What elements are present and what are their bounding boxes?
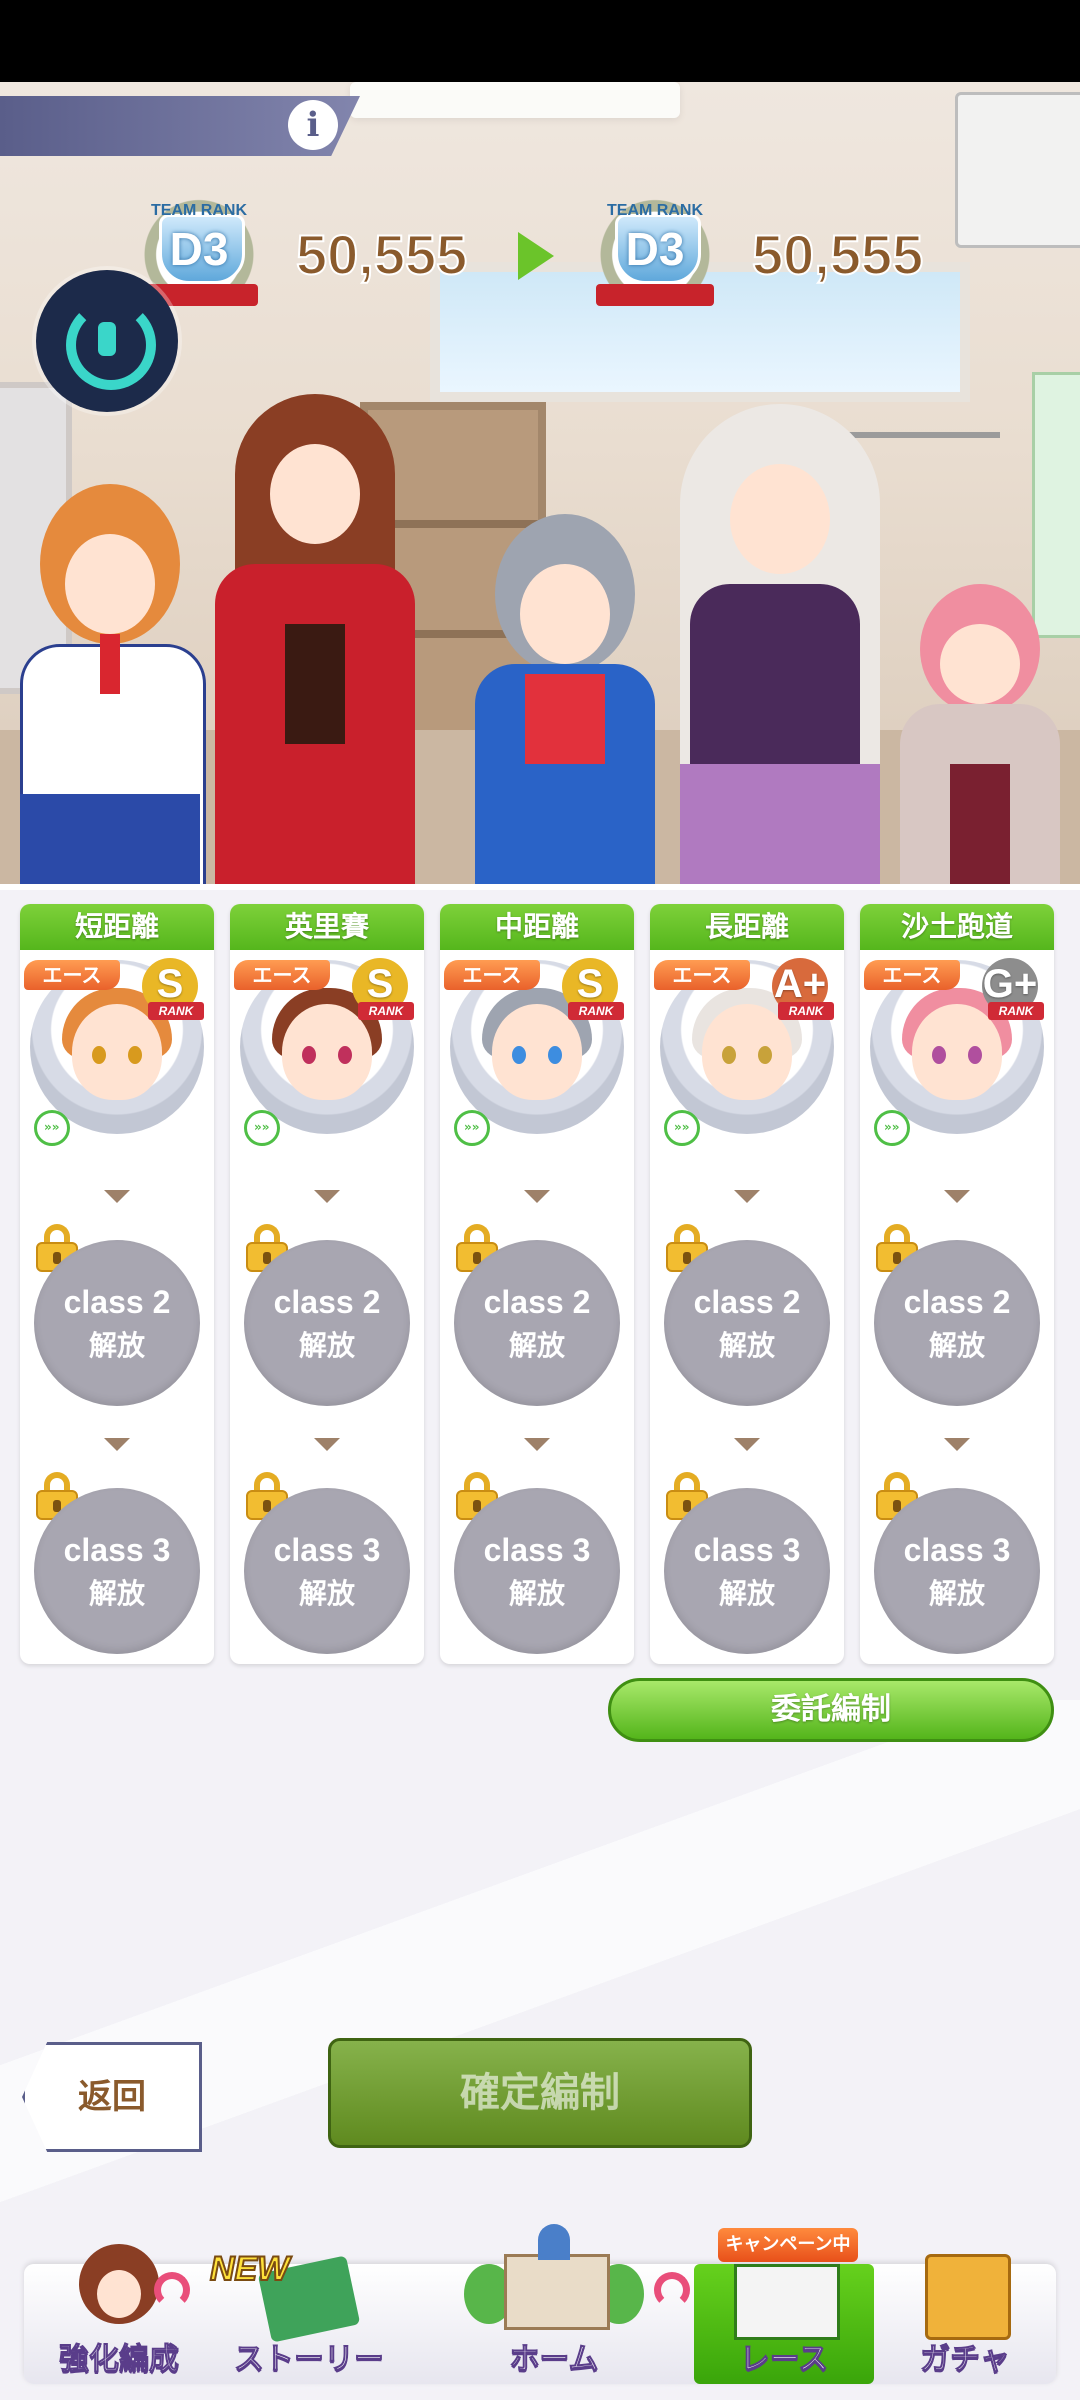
status-bar xyxy=(0,0,1080,82)
rank-word: RANK xyxy=(358,1002,414,1020)
nav-enhance[interactable]: 強化編成 xyxy=(24,2244,214,2384)
aptitude-icon: »» xyxy=(34,1110,70,1146)
team-column: 長距離 エース A+ RANK »» class 2 解放 class 3 解放 xyxy=(650,904,844,1664)
class-3-unlock-slot[interactable]: class 3 解放 xyxy=(34,1488,200,1654)
class-3-unlock-slot[interactable]: class 3 解放 xyxy=(664,1488,830,1654)
character-2[interactable] xyxy=(195,364,435,884)
current-score: 50,555 xyxy=(295,222,468,287)
down-arrow-icon xyxy=(944,1190,970,1203)
down-arrow-icon xyxy=(734,1438,760,1451)
rank-word: RANK xyxy=(148,1002,204,1020)
rank-medal: S RANK xyxy=(348,958,414,1024)
gacha-door-icon xyxy=(925,2254,1011,2340)
nav-home[interactable]: ホーム xyxy=(404,2224,704,2384)
ace-tag: エース xyxy=(444,960,540,990)
campaign-badge: キャンペーン中 xyxy=(718,2228,858,2262)
team-column: 中距離 エース S RANK »» class 2 解放 class 3 解放 xyxy=(440,904,634,1664)
down-arrow-icon xyxy=(314,1438,340,1451)
confirm-formation-button[interactable]: 確定編制 xyxy=(328,2038,752,2148)
aptitude-icon: »» xyxy=(454,1110,490,1146)
down-arrow-icon xyxy=(314,1190,340,1203)
aptitude-icon: »» xyxy=(664,1110,700,1146)
nav-gacha[interactable]: ガチャ xyxy=(874,2254,1056,2384)
category-header: 短距離 xyxy=(20,904,214,950)
ace-tag: エース xyxy=(864,960,960,990)
rank-word: RANK xyxy=(778,1002,834,1020)
rank-medal: S RANK xyxy=(558,958,624,1024)
rank-word: RANK xyxy=(988,1002,1044,1020)
character-5[interactable] xyxy=(880,564,1080,884)
down-arrow-icon xyxy=(734,1190,760,1203)
ace-tag: エース xyxy=(234,960,330,990)
character-4[interactable] xyxy=(640,384,910,884)
character-3[interactable] xyxy=(465,484,665,884)
aptitude-icon: »» xyxy=(244,1110,280,1146)
team-column: 短距離 エース S RANK »» class 2 解放 class 3 解放 xyxy=(20,904,214,1664)
back-button[interactable]: 返回 xyxy=(22,2042,202,2152)
class-2-unlock-slot[interactable]: class 2 解放 xyxy=(244,1240,410,1406)
character-1[interactable] xyxy=(10,444,210,890)
rank-letter: S xyxy=(156,962,184,1006)
ace-tag: エース xyxy=(654,960,750,990)
race-gate-icon xyxy=(734,2264,840,2340)
down-arrow-icon xyxy=(944,1438,970,1451)
down-arrow-icon xyxy=(104,1190,130,1203)
rank-medal: S RANK xyxy=(138,958,204,1024)
team-columns: 短距離 エース S RANK »» class 2 解放 class 3 解放 … xyxy=(20,904,1060,1664)
category-header: 英里賽 xyxy=(230,904,424,950)
next-rank-code: D3 xyxy=(625,223,685,275)
rank-medal: G+ RANK xyxy=(978,958,1044,1024)
down-arrow-icon xyxy=(104,1438,130,1451)
nav-race[interactable]: レース xyxy=(694,2264,874,2384)
info-button[interactable]: i xyxy=(288,100,338,150)
category-header: 沙土跑道 xyxy=(860,904,1054,950)
horseshoe-icon xyxy=(654,2272,690,2308)
class-3-unlock-slot[interactable]: class 3 解放 xyxy=(454,1488,620,1654)
ceiling-light xyxy=(350,82,680,118)
team-column: 沙土跑道 エース G+ RANK »» class 2 解放 class 3 解… xyxy=(860,904,1054,1664)
category-header: 長距離 xyxy=(650,904,844,950)
rank-letter: G+ xyxy=(982,962,1038,1006)
rank-arrow-icon xyxy=(518,232,554,280)
ace-tag: エース xyxy=(24,960,120,990)
class-2-unlock-slot[interactable]: class 2 解放 xyxy=(34,1240,200,1406)
class-2-unlock-slot[interactable]: class 2 解放 xyxy=(664,1240,830,1406)
team-column: 英里賽 エース S RANK »» class 2 解放 class 3 解放 xyxy=(230,904,424,1664)
horseshoe-icon xyxy=(154,2272,190,2308)
down-arrow-icon xyxy=(524,1438,550,1451)
category-header: 中距離 xyxy=(440,904,634,950)
bottom-navigation: 強化編成 ストーリー ホーム レース ガチャ xyxy=(24,2224,1056,2384)
aptitude-icon: »» xyxy=(874,1110,910,1146)
rank-letter: A+ xyxy=(773,962,827,1006)
team-rank-label: TEAM RANK xyxy=(607,202,703,219)
rank-letter: S xyxy=(576,962,604,1006)
next-team-rank-badge: TEAM RANK D3 xyxy=(580,184,730,314)
class-2-unlock-slot[interactable]: class 2 解放 xyxy=(454,1240,620,1406)
class-3-unlock-slot[interactable]: class 3 解放 xyxy=(244,1488,410,1654)
rank-letter: S xyxy=(366,962,394,1006)
delegate-formation-button[interactable]: 委託編制 xyxy=(608,1678,1054,1742)
class-2-unlock-slot[interactable]: class 2 解放 xyxy=(874,1240,1040,1406)
air-conditioner xyxy=(955,92,1080,248)
down-arrow-icon xyxy=(524,1190,550,1203)
class-3-unlock-slot[interactable]: class 3 解放 xyxy=(874,1488,1040,1654)
record-button[interactable] xyxy=(36,270,178,412)
team-rank-label: TEAM RANK xyxy=(151,202,247,219)
rank-word: RANK xyxy=(568,1002,624,1020)
new-badge: NEW xyxy=(209,2249,290,2289)
rank-medal: A+ RANK xyxy=(768,958,834,1024)
current-rank-code: D3 xyxy=(169,223,229,275)
school-building-icon xyxy=(504,2254,610,2330)
next-score: 50,555 xyxy=(751,222,924,287)
